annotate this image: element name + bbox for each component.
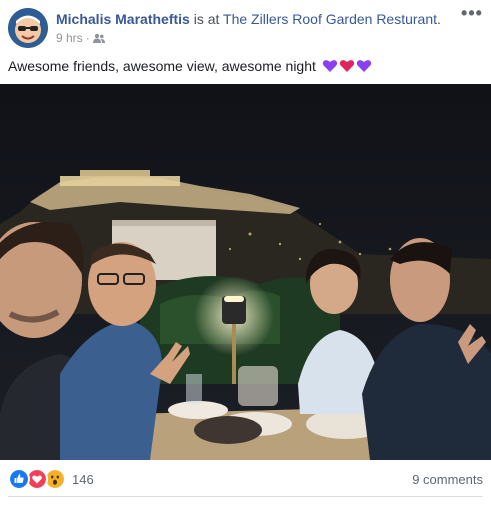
feed-post: Michalis Maratheftis is at The Zillers R…: [0, 0, 491, 506]
post-photo[interactable]: [0, 84, 491, 460]
reaction-count[interactable]: 146: [72, 472, 94, 487]
post-caption: Awesome friends, awesome view, awesome n…: [8, 56, 372, 76]
post-timestamp[interactable]: 9 hrs: [56, 30, 83, 46]
caption-text: Awesome friends, awesome view, awesome n…: [8, 58, 316, 74]
post-header: Michalis Maratheftis is at The Zillers R…: [56, 10, 456, 46]
purple-heart-icon: [322, 60, 338, 72]
red-heart-icon: [339, 60, 355, 72]
author-avatar[interactable]: [8, 8, 48, 48]
post-title-line: Michalis Maratheftis is at The Zillers R…: [56, 10, 456, 28]
reaction-icons: [8, 468, 66, 490]
like-icon: [8, 468, 30, 490]
avatar-image: [8, 8, 48, 48]
comments-count-link[interactable]: 9 comments: [412, 472, 483, 487]
post-meta: 9 hrs ·: [56, 30, 456, 46]
footer-divider: [8, 496, 483, 497]
reactions-summary[interactable]: 146: [8, 468, 94, 490]
friends-icon[interactable]: [92, 33, 105, 43]
caption-emojis: [322, 58, 372, 74]
place-link[interactable]: The Zillers Roof Garden Resturant: [223, 11, 437, 27]
place-suffix: .: [437, 11, 441, 27]
purple-heart-icon: [356, 60, 372, 72]
more-options-button[interactable]: •••: [459, 4, 485, 26]
author-name-link[interactable]: Michalis Maratheftis: [56, 11, 190, 27]
checkin-text: is at: [189, 11, 224, 27]
photo-image: [0, 84, 491, 460]
meta-separator: ·: [85, 31, 90, 45]
